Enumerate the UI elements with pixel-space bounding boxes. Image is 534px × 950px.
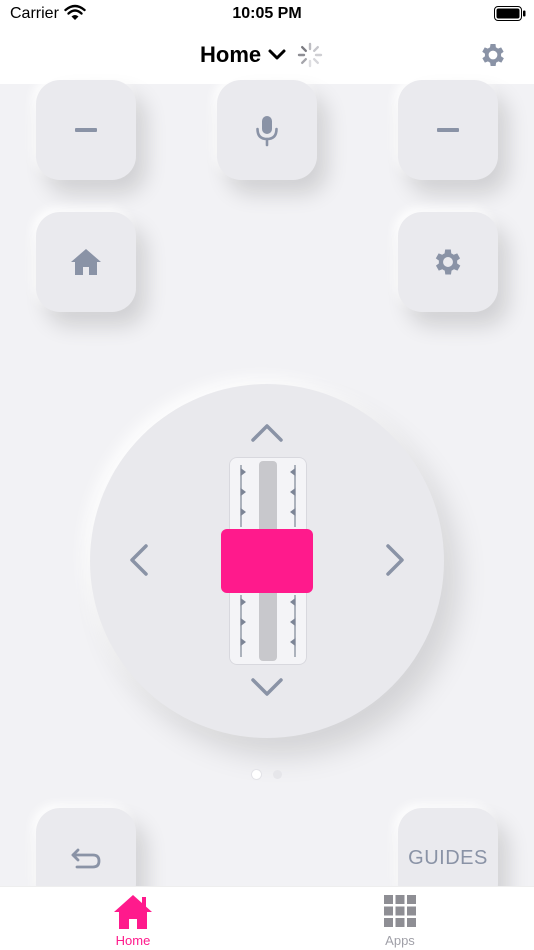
- tab-home[interactable]: Home: [83, 893, 183, 948]
- volume-down-right-button[interactable]: [398, 80, 498, 180]
- page-dot[interactable]: [273, 770, 282, 779]
- arrow-up-icon[interactable]: [249, 416, 285, 452]
- arrow-right-icon[interactable]: [376, 542, 412, 578]
- minus-icon: [437, 128, 459, 132]
- house-icon: [71, 249, 101, 275]
- page-dot-active[interactable]: [252, 770, 261, 779]
- page-indicator: [0, 770, 534, 782]
- volume-down-left-button[interactable]: [36, 80, 136, 180]
- tab-label: Home: [115, 933, 151, 948]
- navigation-bar: Home: [0, 30, 534, 84]
- voice-button[interactable]: [217, 80, 317, 180]
- device-selector[interactable]: Home: [200, 42, 323, 68]
- guides-label: GUIDES: [408, 846, 488, 869]
- status-bar: Carrier 10:05 PM: [0, 0, 534, 30]
- tab-label: Apps: [385, 933, 415, 948]
- battery-icon: [494, 6, 526, 21]
- arrow-down-icon[interactable]: [249, 668, 285, 704]
- settings-button[interactable]: [398, 212, 498, 312]
- minus-icon: [75, 128, 97, 132]
- directional-pad[interactable]: [90, 384, 444, 738]
- microphone-icon: [256, 116, 278, 147]
- tab-apps[interactable]: Apps: [350, 893, 450, 948]
- gear-icon[interactable]: [478, 40, 508, 70]
- return-arrow-icon: [71, 848, 101, 869]
- status-time: 10:05 PM: [232, 5, 302, 22]
- remote-control-panel: GUIDES: [0, 80, 534, 908]
- grid-icon: [384, 895, 416, 927]
- home-button[interactable]: [36, 212, 136, 312]
- chevron-down-icon: [268, 49, 286, 60]
- house-icon: [114, 895, 152, 929]
- loading-spinner-icon: [297, 42, 323, 68]
- slider-thumb[interactable]: [221, 529, 313, 593]
- gear-icon: [435, 249, 461, 275]
- tab-bar: Home Apps: [0, 886, 534, 950]
- arrow-left-icon[interactable]: [122, 542, 158, 578]
- page-title: Home: [200, 42, 262, 67]
